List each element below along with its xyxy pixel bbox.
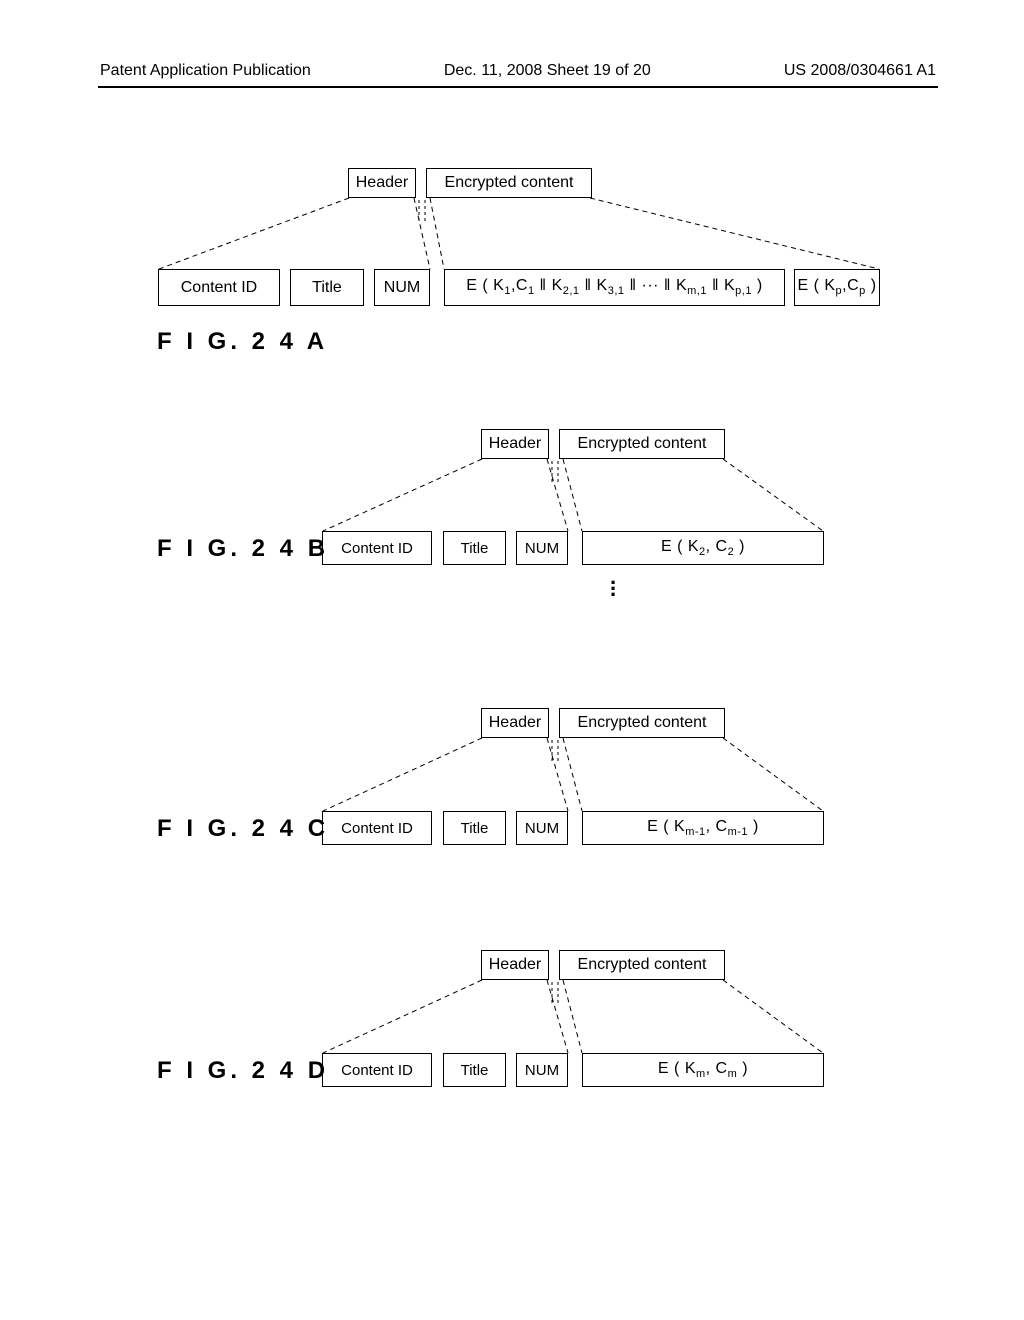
fig-c-num-text: NUM	[525, 820, 559, 837]
fig-c-header-text: Header	[489, 714, 541, 732]
fig-a-formula-extra: E ( Kp,Cp )	[794, 269, 880, 306]
fig-d-content-id: Content ID	[322, 1053, 432, 1087]
fig-a-num: NUM	[374, 269, 430, 306]
fig-a-title: Title	[290, 269, 364, 306]
fig-d-formula: E ( Km, Cm )	[582, 1053, 824, 1087]
fig-c-header-box: Header	[481, 708, 549, 738]
fig-c-formula: E ( Km-1, Cm-1 )	[582, 811, 824, 845]
fig-d-title: Title	[443, 1053, 506, 1087]
fig-a-formula-main: E ( K1,C1 ‖ K2,1 ‖ K3,1 ‖ ··· ‖ Km,1 ‖ K…	[444, 269, 785, 306]
fig-a-header-text: Header	[356, 174, 408, 192]
fig-d-encrypted-box: Encrypted content	[559, 950, 725, 980]
fig-d-header-text: Header	[489, 956, 541, 974]
fig-d-label: F I G. 2 4 D	[157, 1057, 329, 1085]
fig-b-num: NUM	[516, 531, 568, 565]
fig-b-encrypted-box: Encrypted content	[559, 429, 725, 459]
vertical-dots: ···	[610, 580, 617, 598]
fig-d-content-id-text: Content ID	[341, 1062, 413, 1079]
fig-c-encrypted-text: Encrypted content	[578, 714, 707, 732]
fig-c-dashes	[0, 0, 1024, 1320]
fig-a-header-box: Header	[348, 168, 416, 198]
fig-c-content-id: Content ID	[322, 811, 432, 845]
pub-label: Patent Application Publication	[100, 62, 311, 80]
sheet-label: Dec. 11, 2008 Sheet 19 of 20	[444, 62, 651, 80]
fig-d-header-box: Header	[481, 950, 549, 980]
fig-b-content-id: Content ID	[322, 531, 432, 565]
fig-c-title-text: Title	[461, 820, 489, 837]
fig-b-dashes	[0, 0, 1024, 1320]
fig-b-num-text: NUM	[525, 540, 559, 557]
fig-b-content-id-text: Content ID	[341, 540, 413, 557]
fig-b-formula: E ( K2, C2 )	[582, 531, 824, 565]
fig-d-dashes	[0, 0, 1024, 1320]
fig-b-header-box: Header	[481, 429, 549, 459]
fig-b-title-text: Title	[461, 540, 489, 557]
fig-b-header-text: Header	[489, 435, 541, 453]
fig-a-num-text: NUM	[384, 279, 420, 297]
header-rule	[98, 86, 938, 88]
fig-d-num-text: NUM	[525, 1062, 559, 1079]
page-header: Patent Application Publication Dec. 11, …	[100, 62, 936, 80]
fig-a-formula-extra-text: E ( Kp,Cp )	[797, 277, 876, 297]
fig-c-encrypted-box: Encrypted content	[559, 708, 725, 738]
fig-d-title-text: Title	[461, 1062, 489, 1079]
fig-a-title-text: Title	[312, 279, 342, 297]
fig-a-formula-main-text: E ( K1,C1 ‖ K2,1 ‖ K3,1 ‖ ··· ‖ Km,1 ‖ K…	[466, 277, 763, 297]
fig-b-title: Title	[443, 531, 506, 565]
fig-c-num: NUM	[516, 811, 568, 845]
fig-d-num: NUM	[516, 1053, 568, 1087]
fig-c-label: F I G. 2 4 C	[157, 815, 329, 843]
fig-a-content-id-text: Content ID	[181, 279, 257, 297]
fig-b-formula-text: E ( K2, C2 )	[661, 538, 745, 558]
fig-a-label: F I G. 2 4 A	[157, 328, 328, 356]
fig-a-encrypted-text: Encrypted content	[445, 174, 574, 192]
pub-number: US 2008/0304661 A1	[784, 62, 936, 80]
fig-a-content-id: Content ID	[158, 269, 280, 306]
fig-a-dashes	[0, 0, 1024, 1320]
fig-c-content-id-text: Content ID	[341, 820, 413, 837]
fig-d-formula-text: E ( Km, Cm )	[658, 1060, 748, 1080]
fig-b-encrypted-text: Encrypted content	[578, 435, 707, 453]
fig-a-encrypted-box: Encrypted content	[426, 168, 592, 198]
fig-c-formula-text: E ( Km-1, Cm-1 )	[647, 818, 759, 838]
fig-c-title: Title	[443, 811, 506, 845]
fig-b-label: F I G. 2 4 B	[157, 535, 329, 563]
fig-d-encrypted-text: Encrypted content	[578, 956, 707, 974]
